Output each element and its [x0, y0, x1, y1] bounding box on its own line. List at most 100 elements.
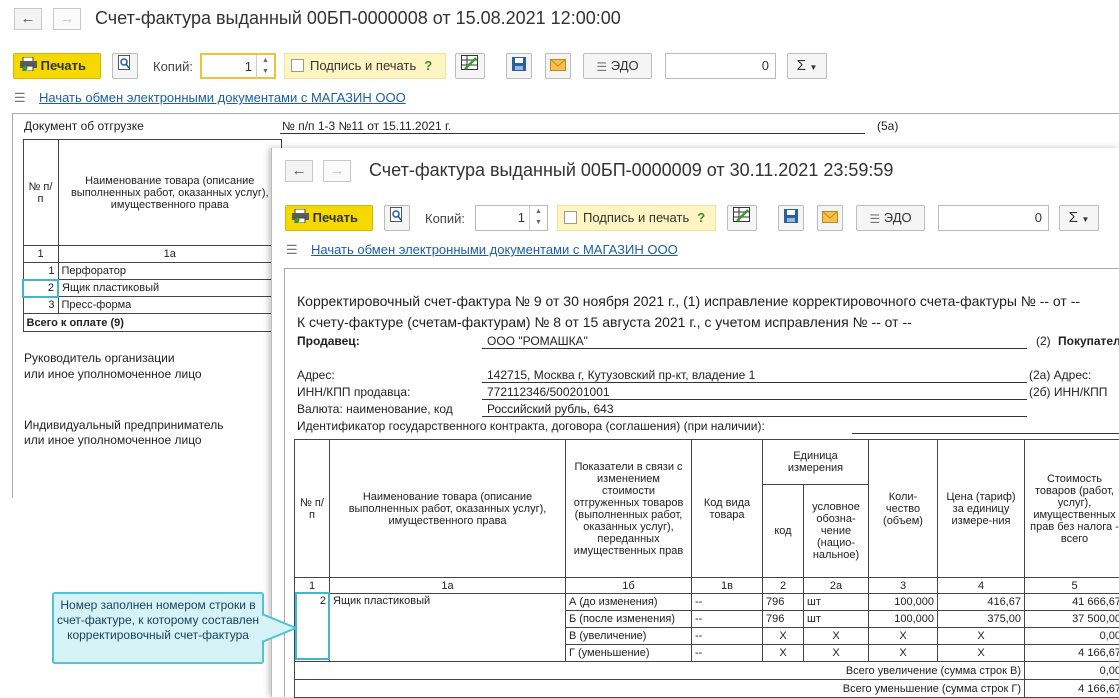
row-indicator: Б (после изменения): [566, 611, 692, 628]
sum-dropdown-button[interactable]: Σ ▼: [787, 53, 827, 79]
inn-value: 772112346/500201001: [487, 385, 610, 399]
colnum-1a: 1а: [58, 246, 282, 263]
edit-button[interactable]: [455, 53, 485, 79]
item-num-highlight: [295, 592, 330, 660]
colnum-1: 1: [23, 246, 58, 263]
header-cost: Стоимость товаров (работ, услуг), имущес…: [1025, 440, 1119, 578]
total-label: Всего к оплате (9): [23, 314, 282, 332]
sign-and-stamp-checkbox[interactable]: Подпись и печать?: [557, 205, 716, 231]
row-name: Ящик пластиковый: [58, 280, 282, 297]
header-unit-code: код: [763, 485, 804, 578]
help-icon[interactable]: ?: [424, 58, 432, 73]
checkbox-icon[interactable]: [564, 211, 577, 224]
row-qty: 100,000: [869, 594, 938, 611]
floppy-disk-icon: [784, 207, 798, 231]
shipment-doc-underline: [280, 133, 865, 134]
currency-underline: [482, 416, 1027, 417]
table-row[interactable]: 3Пресс-форма: [23, 297, 282, 314]
chevron-down-icon: ▼: [809, 63, 817, 72]
colnum: 1в: [692, 578, 763, 594]
back-items-table: № п/пНаименование товара (описание выпол…: [22, 139, 282, 332]
copies-label: Копий:: [153, 59, 193, 74]
correction-line-1: Корректировочный счет-фактура № 9 от 30 …: [297, 293, 1080, 309]
buyer-inn-code: (2б) ИНН/КПП: [1029, 385, 1107, 399]
callout-pointer: [262, 610, 298, 650]
help-icon[interactable]: ?: [697, 210, 705, 225]
printer-icon: [292, 207, 309, 231]
copies-stepper[interactable]: 1 ▲▼: [475, 205, 548, 231]
start-exchange-link[interactable]: Начать обмен электронными документами с …: [39, 90, 406, 105]
sign-and-stamp-checkbox[interactable]: Подпись и печать?: [284, 53, 446, 79]
sum-dropdown-button[interactable]: Σ ▼: [1059, 205, 1099, 231]
seller-label: Продавец:: [297, 334, 360, 348]
row-kind: --: [692, 628, 763, 645]
row-code: Х: [763, 628, 804, 645]
back-button[interactable]: ←: [285, 160, 313, 182]
magnifier-icon: [390, 207, 404, 231]
table-row[interactable]: 2 Ящик пластиковый А (до изменения) -- 7…: [295, 594, 1119, 611]
sum-field[interactable]: 0: [938, 205, 1049, 231]
ip-label-1: Индивидуальный предприниматель: [24, 418, 223, 432]
correction-line-2: К счету-фактуре (счетам-фактурам) № 8 от…: [297, 314, 912, 330]
row-price: Х: [938, 628, 1025, 645]
forward-button[interactable]: →: [323, 160, 351, 182]
stepper-arrows-icon[interactable]: ▲▼: [529, 206, 547, 230]
colnum: 2а: [804, 578, 869, 594]
head-label-2: или иное уполномоченное лицо: [24, 367, 202, 381]
head-label-1: Руководитель организации: [24, 351, 175, 365]
header-price: Цена (тариф) за единицу измере-ния: [938, 440, 1025, 578]
item-name: Ящик пластиковый: [330, 594, 566, 662]
start-exchange-link[interactable]: Начать обмен электронными документами с …: [311, 242, 678, 257]
checkbox-icon[interactable]: [291, 59, 304, 72]
document-top-border: [12, 113, 1119, 114]
save-button[interactable]: [506, 53, 532, 79]
preview-button[interactable]: [384, 205, 410, 231]
table-row[interactable]: 2Ящик пластиковый: [23, 280, 282, 297]
address-underline: [482, 382, 1027, 383]
row-price: 375,00: [938, 611, 1025, 628]
header-unit: Единица измерения: [763, 440, 869, 485]
buyer-label: Покупатель: [1058, 334, 1119, 348]
email-button[interactable]: [817, 205, 843, 231]
ip-label-2: или иное уполномоченное лицо: [24, 433, 202, 447]
sum-field[interactable]: 0: [665, 53, 776, 79]
row-unit: шт: [804, 594, 869, 611]
row-indicator: А (до изменения): [566, 594, 692, 611]
print-label: Печать: [313, 210, 358, 225]
print-button[interactable]: Печать: [285, 205, 373, 231]
sign-label: Подпись и печать: [583, 210, 689, 225]
edo-label: ЭДО: [611, 58, 639, 73]
save-button[interactable]: [778, 205, 804, 231]
forward-button[interactable]: →: [53, 8, 81, 30]
edit-button[interactable]: [727, 205, 757, 231]
table-row[interactable]: 1Перфоратор: [23, 263, 282, 280]
explanation-callout: Номер заполнен номером строки в счет-фак…: [52, 592, 264, 664]
shipment-doc-label: Документ об отгрузке: [24, 119, 144, 133]
edo-icon: ☰: [869, 207, 880, 231]
chevron-down-icon: ▼: [1081, 215, 1089, 224]
print-button[interactable]: Печать: [13, 53, 101, 79]
row-name: Перфоратор: [58, 263, 282, 280]
address-value: 142715, Москва г, Кутузовский пр-кт, вла…: [487, 368, 755, 382]
shipment-doc-code: (5а): [877, 119, 898, 133]
edo-button[interactable]: ☰ ЭДО: [856, 205, 925, 231]
copies-value: 1: [245, 59, 252, 74]
envelope-icon: [550, 55, 566, 79]
stepper-arrows-icon[interactable]: ▲▼: [256, 55, 274, 79]
window-title: Счет-фактура выданный 00БП-0000009 от 30…: [369, 160, 893, 181]
address-label: Адрес:: [297, 368, 335, 382]
row-qty: Х: [869, 628, 938, 645]
email-button[interactable]: [545, 53, 571, 79]
preview-button[interactable]: [112, 53, 138, 79]
correction-items-table: № п/п Наименование товара (описание выпо…: [294, 439, 1119, 698]
header-qty: Коли-чество (объем): [869, 440, 938, 578]
header-name: Наименование товара (описание выполненны…: [58, 140, 282, 246]
edo-button[interactable]: ☰ ЭДО: [583, 53, 652, 79]
copies-stepper[interactable]: 1 ▲▼: [200, 53, 276, 79]
back-button[interactable]: ←: [14, 8, 42, 30]
invoice-window-9: ← → Счет-фактура выданный 00БП-0000009 о…: [271, 148, 1119, 697]
seller-underline: [482, 348, 1027, 349]
printer-icon: [20, 55, 37, 79]
document-left-border: [12, 113, 13, 498]
contract-underline: [852, 433, 1119, 434]
